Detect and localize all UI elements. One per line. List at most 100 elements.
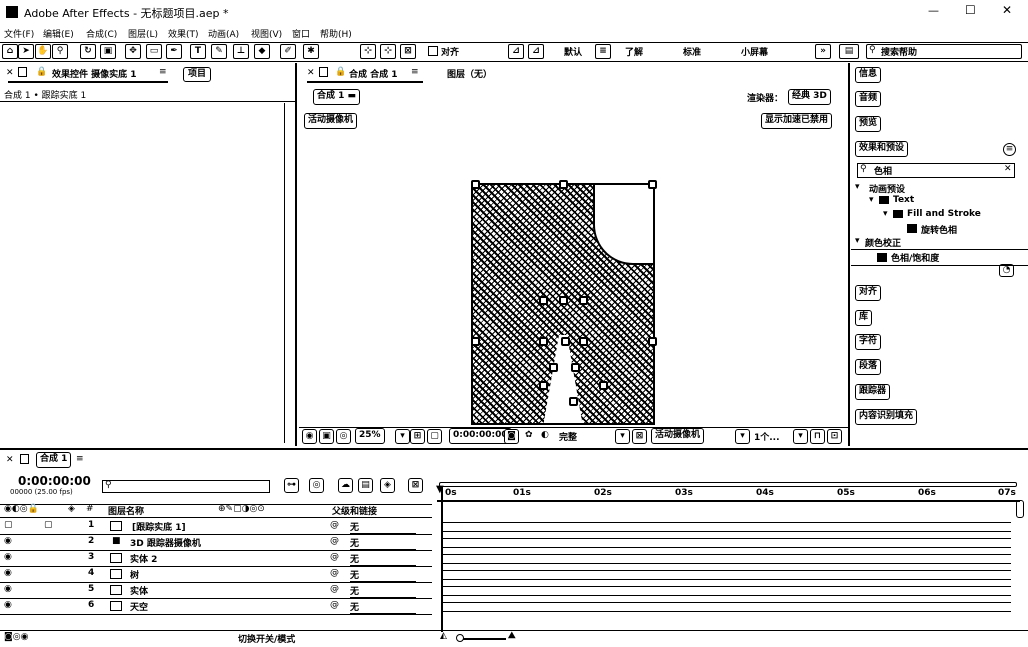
- time-ruler[interactable]: 0s 01s 02s 03s 04s 05s 06s 07s: [437, 476, 1020, 502]
- menu-layer[interactable]: 图层(L): [128, 27, 158, 40]
- parent-pickwhip-icon[interactable]: @: [330, 536, 339, 546]
- workspace-learn[interactable]: 了解: [625, 45, 643, 58]
- timeline-timecode[interactable]: 0:00:00:00: [18, 474, 91, 488]
- visibility-icon[interactable]: ◉: [4, 600, 12, 610]
- visibility-icon[interactable]: ◉: [4, 568, 12, 578]
- clone-stamp-tool-icon[interactable]: ⊥: [233, 44, 249, 59]
- shy-layers-icon[interactable]: ☁: [338, 478, 353, 493]
- views-dropdown[interactable]: 1个...: [754, 430, 780, 443]
- tree-folder-color-correction[interactable]: 颜色校正: [865, 236, 901, 249]
- grid-icon[interactable]: ⊞: [410, 429, 425, 444]
- tab-project[interactable]: 项目: [183, 67, 212, 82]
- tree-disclosure-icon[interactable]: ▾: [883, 209, 888, 219]
- more-workspaces-icon[interactable]: »: [815, 44, 831, 59]
- quality-dropdown[interactable]: 完整: [559, 430, 577, 443]
- layer-name[interactable]: 实体: [130, 584, 148, 597]
- color-icon[interactable]: ✿: [525, 430, 533, 440]
- track-point[interactable]: [539, 381, 548, 390]
- lock-icon[interactable]: 🔒: [335, 67, 346, 77]
- close-tab-icon[interactable]: ✕: [307, 68, 315, 78]
- tab-composition[interactable]: 合成 合成 1: [349, 67, 398, 80]
- local-axis-icon[interactable]: ⊹: [360, 44, 376, 59]
- workspace-menu-icon[interactable]: ≡: [595, 44, 611, 59]
- parent-dropdown[interactable]: 无: [350, 584, 416, 598]
- brush-tool-icon[interactable]: ✎: [211, 44, 227, 59]
- track-point[interactable]: [571, 363, 580, 372]
- parent-dropdown[interactable]: 无: [350, 520, 416, 534]
- tab-menu-icon[interactable]: ≡: [159, 67, 167, 77]
- parent-pickwhip-icon[interactable]: @: [330, 584, 339, 594]
- layer-handle[interactable]: [471, 180, 480, 189]
- layer-handle[interactable]: [648, 180, 657, 189]
- exposure-icon[interactable]: ◐: [541, 430, 549, 440]
- menu-animation[interactable]: 动画(A): [208, 27, 239, 40]
- track-point[interactable]: [539, 337, 548, 346]
- layer-bar[interactable]: [441, 522, 1011, 532]
- parent-pickwhip-icon[interactable]: @: [330, 600, 339, 610]
- layer-switches-icon[interactable]: ◙◎◉: [4, 632, 28, 642]
- parent-pickwhip-icon[interactable]: @: [330, 552, 339, 562]
- zoom-slider[interactable]: [458, 638, 506, 640]
- world-axis-icon[interactable]: ⊹: [380, 44, 396, 59]
- track-point[interactable]: [539, 296, 548, 305]
- panel-tracker[interactable]: 跟踪器: [855, 384, 891, 400]
- always-preview-icon[interactable]: ◉: [302, 429, 317, 444]
- home-icon[interactable]: ⌂: [2, 44, 18, 59]
- playhead-handle-icon[interactable]: ▼: [436, 484, 444, 495]
- layer-name[interactable]: 3D 跟踪器摄像机: [130, 536, 201, 549]
- pan-behind-tool-icon[interactable]: ✥: [125, 44, 141, 59]
- layer-bar[interactable]: [441, 602, 1011, 612]
- panel-content-aware-fill[interactable]: 内容识别填充: [855, 409, 918, 425]
- visibility-icon[interactable]: ◉: [4, 536, 12, 546]
- quality-menu-icon[interactable]: ▾: [615, 429, 630, 444]
- tree-item-rotate-hue[interactable]: 旋转色相: [921, 223, 957, 236]
- zoom-dropdown[interactable]: 25%: [355, 428, 385, 444]
- lock-icon[interactable]: ▢: [44, 520, 53, 530]
- workspace-default[interactable]: 默认: [564, 45, 582, 58]
- panel-audio[interactable]: 音频: [855, 91, 882, 107]
- panel-libraries[interactable]: 库: [855, 310, 873, 326]
- timeline-vscroll[interactable]: [1016, 500, 1024, 518]
- panel-info[interactable]: 信息: [855, 67, 882, 83]
- parent-pickwhip-icon[interactable]: @: [330, 520, 339, 530]
- zoom-out-icon[interactable]: ◭: [440, 631, 447, 641]
- tree-disclosure-icon[interactable]: ▾: [855, 236, 860, 246]
- close-tab-icon[interactable]: ✕: [6, 68, 14, 78]
- track-point[interactable]: [549, 363, 558, 372]
- switch-modes-toggle[interactable]: 切换开关/模式: [238, 632, 295, 645]
- maximize-button[interactable]: ☐: [965, 3, 976, 17]
- parent-pickwhip-icon[interactable]: @: [330, 568, 339, 578]
- view-axis-icon[interactable]: ⊠: [400, 44, 416, 59]
- track-point[interactable]: [559, 296, 568, 305]
- table-row[interactable]: ◉ 3 实体 2 @ 无: [0, 551, 432, 567]
- snap-option-icon[interactable]: ⊿: [508, 44, 524, 59]
- tab-effect-controls[interactable]: 效果控件 摄像实底 1: [52, 67, 137, 80]
- menu-composition[interactable]: 合成(C): [86, 27, 117, 40]
- tree-disclosure-icon[interactable]: ▾: [869, 195, 874, 205]
- tab-menu-icon[interactable]: ≡: [411, 67, 419, 77]
- panel-align[interactable]: 对齐: [855, 285, 882, 301]
- timeline-tab[interactable]: 合成 1: [36, 452, 72, 468]
- zoom-tool-icon[interactable]: ⚲: [52, 44, 68, 59]
- snapshot-icon[interactable]: ▢: [427, 429, 442, 444]
- current-time-field[interactable]: 0:00:00:00: [449, 428, 512, 444]
- track-point[interactable]: [561, 337, 570, 346]
- work-area-bar[interactable]: [439, 482, 1017, 487]
- table-row[interactable]: ▢ ▢ 1 [跟踪实底 1] @ 无: [0, 519, 432, 535]
- rectangle-tool-icon[interactable]: ▭: [146, 44, 162, 59]
- table-row[interactable]: ◉ 2 ■ 3D 跟踪器摄像机 @ 无: [0, 535, 432, 551]
- layer-name[interactable]: 天空: [130, 600, 148, 613]
- effects-menu-icon[interactable]: ≡: [1003, 143, 1016, 156]
- zoom-slider-thumb[interactable]: [456, 634, 464, 642]
- graph-editor-icon[interactable]: ⊠: [408, 478, 423, 493]
- panel-paragraph[interactable]: 段落: [855, 359, 882, 375]
- roto-brush-tool-icon[interactable]: ✐: [280, 44, 296, 59]
- frame-blending-icon[interactable]: ▤: [358, 478, 373, 493]
- camera-dropdown[interactable]: 活动摄像机: [651, 428, 705, 444]
- track-point[interactable]: [579, 337, 588, 346]
- layer-bar[interactable]: [441, 570, 1011, 580]
- menu-edit[interactable]: 编辑(E): [43, 27, 74, 40]
- layer-handle[interactable]: [648, 337, 657, 346]
- table-row[interactable]: ◉ 5 实体 @ 无: [0, 583, 432, 599]
- comp-mini-flowchart-icon[interactable]: ⊶: [284, 478, 299, 493]
